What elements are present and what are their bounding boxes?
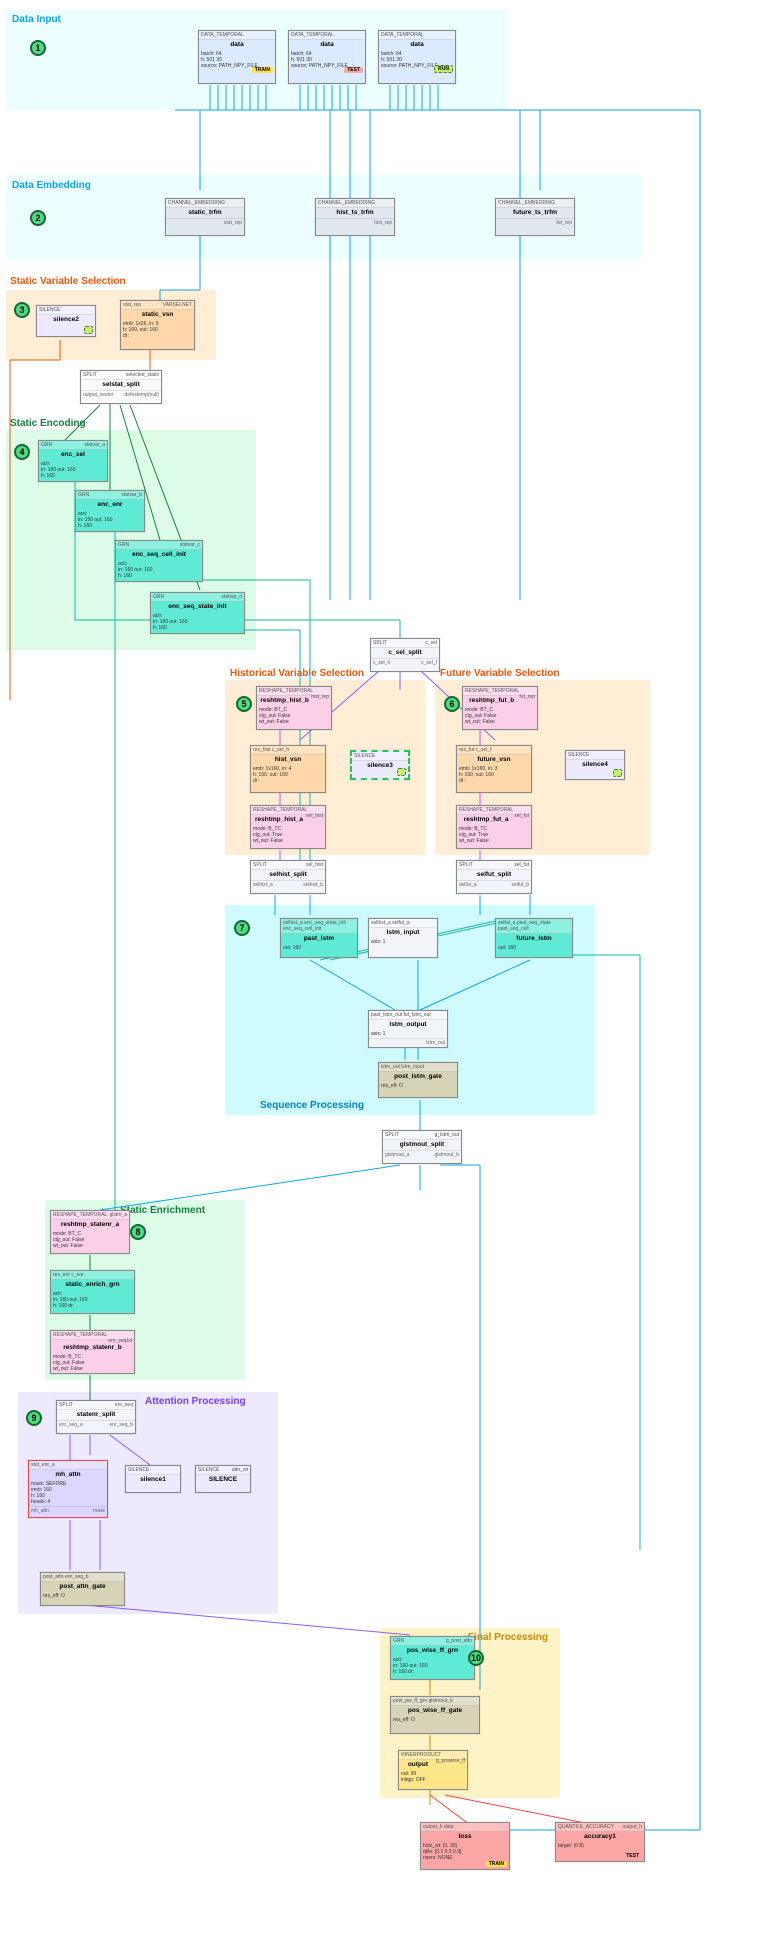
node-silence1[interactable]: SILENCE silence1 [125, 1465, 181, 1493]
badge-6: 6 [444, 696, 460, 712]
badge-10: 10 [468, 1650, 484, 1666]
node-loss[interactable]: output_h data loss hidx_wt: (0, 30)qtile… [420, 1822, 510, 1870]
node-silence3[interactable]: SILENCE silence3 [350, 750, 410, 780]
node-past-lstm[interactable]: selhist_a enc_seq_state_init enc_seq_cel… [280, 918, 358, 958]
tag-train: TRAIN [252, 67, 273, 73]
node-lstm-output[interactable]: past_lstm_out fut_lstm_out lstm_output a… [368, 1010, 448, 1048]
node-lstm-input[interactable]: selhist_a selfut_a lstm_input axis: 1 [368, 918, 438, 958]
node-statenr-split[interactable]: SPLIT enr_seq statenr_split enr_seq_aenr… [56, 1400, 136, 1434]
node-data-run[interactable]: DATA_TEMPORAL data batch: 64 h: 501 30 s… [378, 30, 456, 84]
node-silence2[interactable]: SILENCE silence2 [36, 305, 96, 337]
node-selstat-split[interactable]: SPLIT selected_static selstat_split outp… [80, 370, 162, 404]
badge-1: 1 [30, 40, 46, 56]
node-glstmout-split[interactable]: SPLIT g_lstm_out glstmout_split glstmout… [382, 1130, 462, 1164]
region-label-data-input: Data Input [12, 14, 61, 25]
region-label-static-enrich: Static Enrichment [120, 1205, 205, 1216]
node-mh-attn[interactable]: stat_enr_a mh_attn mask: SEFOREemb: 160h… [28, 1460, 108, 1518]
region-label-fut-varsel: Future Variable Selection [440, 668, 559, 679]
region-label-embedding: Data Embedding [12, 180, 91, 191]
node-hist-vsn[interactable]: res_hist c_sel_h hist_vsn emb: 1x160, in… [250, 745, 326, 793]
node-static-vsn[interactable]: stat_rep VARSELNET static_vsn emb: 1x26,… [120, 300, 195, 350]
node-post-attn-gate[interactable]: post_attn enr_seq_b post_attn_gate res_e… [40, 1572, 125, 1606]
node-static-enrich-grn[interactable]: res_enr c_enr static_enrich_grn acti:in:… [50, 1270, 135, 1314]
region-label-seq-processing: Sequence Processing [260, 1100, 364, 1111]
badge-5: 5 [236, 696, 252, 712]
node-post-lstm-gate[interactable]: lstm_out lstm_input post_lstm_gate res_e… [378, 1062, 458, 1098]
node-pos-wise-ff-gate[interactable]: post_pw_ff_grn glstmout_b pos_wise_ff_ga… [390, 1696, 480, 1734]
node-reshtmp-fut-b[interactable]: RESHAPE_TEMPORAL fut_rep reshtmp_fut_b m… [462, 686, 538, 730]
badge-2: 2 [30, 210, 46, 226]
node-output[interactable]: INNERPRODUCT g_poswise_ff output out: 90… [398, 1750, 468, 1790]
node-reshtmp-hist-b[interactable]: RESHAPE_TEMPORAL hist_rep reshtmp_hist_b… [256, 686, 332, 730]
node-silence4[interactable]: SILENCE silence4 [565, 750, 625, 780]
node-selfut-split[interactable]: SPLIT sel_fut selfut_split selfut_aselfu… [456, 860, 532, 894]
region-label-hist-varsel: Historical Variable Selection [230, 668, 364, 679]
tag-test: TEST [344, 67, 363, 73]
node-accuracy1[interactable]: QUANTILE_ACCURACY output_h accuracy1 tar… [555, 1822, 645, 1862]
node-silence0[interactable]: SILENCE attn_wt SILENCE [195, 1465, 251, 1493]
node-c-sel-split[interactable]: SPLIT c_sel c_sel_split c_sel_hc_sel_f [370, 638, 440, 672]
node-data-train[interactable]: DATA_TEMPORAL data batch: 64 h: 501 30 s… [198, 30, 276, 84]
badge-9: 9 [26, 1410, 42, 1426]
node-reshtmp-hist-a[interactable]: RESHAPE_TEMPORAL sel_hist reshtmp_hist_a… [250, 805, 326, 849]
node-enc-sel[interactable]: GRN statvar_a enc_sel acti:in: 160 out: … [38, 440, 108, 482]
node-static-trfm[interactable]: CHANNEL_EMBEDDING static_trfm stat_rep [165, 198, 245, 236]
node-type: DATA_TEMPORAL [199, 31, 275, 40]
region-label-attention: Attention Processing [145, 1396, 246, 1407]
node-hist-trfm[interactable]: CHANNEL_EMBEDDING hist_ts_trfm hist_rep [315, 198, 395, 236]
node-enc-enr[interactable]: GRN statvar_b enc_enr acti:in: 160 out: … [75, 490, 145, 532]
node-reshtmp-statenr-a[interactable]: RESHAPE_TEMPORAL glstm_a reshtmp_statenr… [50, 1210, 130, 1254]
node-pos-wise-ff-grn[interactable]: GRN g_post_attn pos_wise_ff_grn acti:in:… [390, 1636, 475, 1680]
node-selhist-split[interactable]: SPLIT sel_hist selhist_split selhist_ase… [250, 860, 326, 894]
node-future-vsn[interactable]: res_fut c_sel_f future_vsn emb: 1x160, i… [456, 745, 532, 793]
region-label-static-varsel: Static Variable Selection [10, 276, 126, 287]
tag-run: RUN [434, 65, 453, 73]
node-reshtmp-fut-a[interactable]: RESHAPE_TEMPORAL sel_fut reshtmp_fut_a m… [456, 805, 532, 849]
node-data-test[interactable]: DATA_TEMPORAL data batch: 64 h: 501 30 s… [288, 30, 366, 84]
node-enc-state[interactable]: GRN statvar_d enc_seq_state_init acti:in… [150, 592, 245, 634]
badge-8: 8 [130, 1224, 146, 1240]
badge-3: 3 [14, 302, 30, 318]
region-label-final: Final Processing [468, 1632, 548, 1643]
node-fut-trfm[interactable]: CHANNEL_EMBEDDING future_ts_trfm fut_rep [495, 198, 575, 236]
node-enc-cell[interactable]: GRN statvar_c enc_seq_cell_init acti:in:… [115, 540, 203, 582]
node-title: data [199, 40, 275, 50]
node-reshtmp-statenr-b[interactable]: RESHAPE_TEMPORAL enr_seq1d reshtmp_state… [50, 1330, 135, 1374]
badge-4: 4 [14, 444, 30, 460]
badge-7: 7 [234, 920, 250, 936]
region-label-static-encoding: Static Encoding [10, 418, 86, 429]
node-future-lstm[interactable]: selfut_a past_seq_state past_seq_cell fu… [495, 918, 573, 958]
